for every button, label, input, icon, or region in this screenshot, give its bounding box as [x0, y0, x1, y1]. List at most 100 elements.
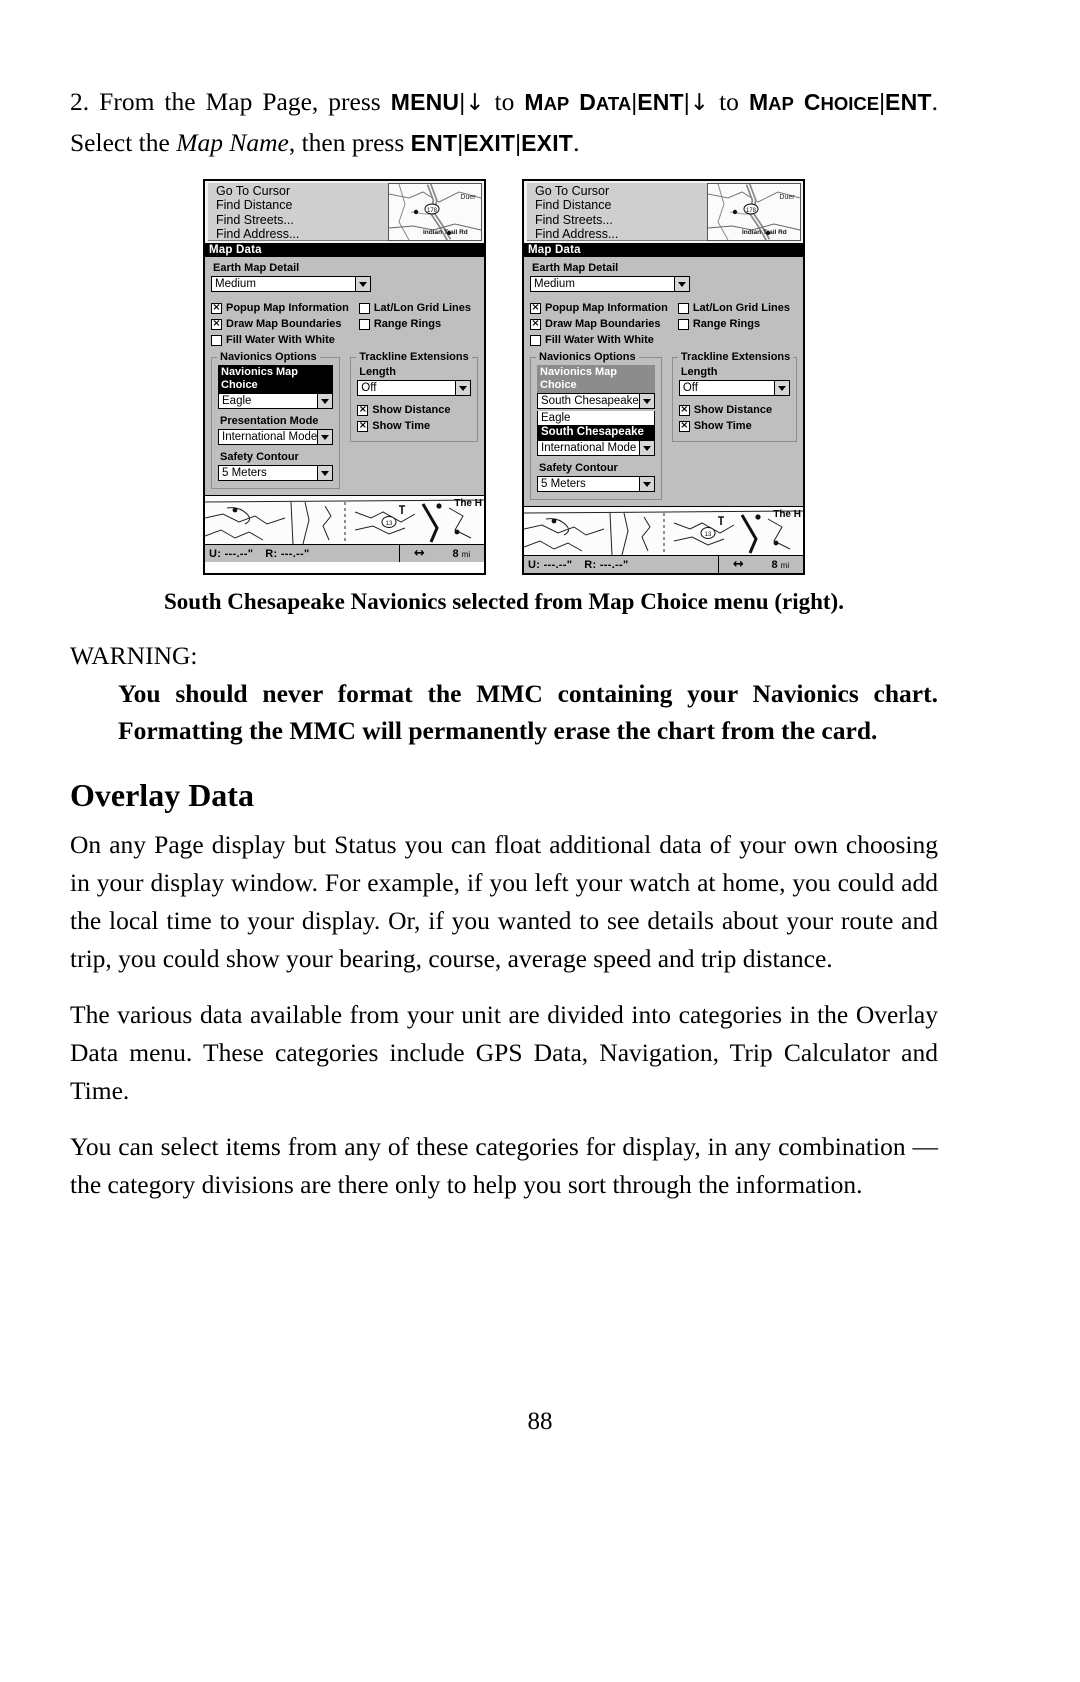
menu-item-find-distance[interactable]: Find Distance — [216, 198, 389, 212]
svg-text:Indian Trail Rd: Indian Trail Rd — [423, 229, 468, 236]
status-coordinates: U: ---.--" R: ---.--" — [524, 559, 718, 571]
checkbox-icon[interactable] — [211, 334, 222, 346]
presentation-mode-select[interactable]: International Mode — [218, 429, 334, 445]
checkbox-icon[interactable] — [357, 420, 369, 432]
mini-map-preview: 178 Duer Indian Trail Rd — [707, 183, 801, 241]
checkbox-range-rings[interactable]: Range Rings — [358, 316, 478, 332]
step-text-part3: , then press — [288, 128, 405, 157]
context-menu-list[interactable]: Go To Cursor Find Distance Find Streets.… — [527, 183, 709, 241]
checkbox-icon[interactable] — [677, 302, 689, 314]
earth-map-detail-select[interactable]: Medium — [211, 276, 371, 292]
option-groups: Navionics Options Navionics Map Choice E… — [211, 348, 478, 489]
horizontal-arrows-icon: ↔ — [732, 557, 744, 572]
checkbox-column-right: Lat/Lon Grid Lines Range Rings — [677, 300, 797, 348]
chevron-down-icon[interactable] — [355, 277, 370, 291]
chevron-down-icon[interactable] — [674, 277, 689, 291]
menu-item-go-to-cursor[interactable]: Go To Cursor — [535, 184, 708, 198]
length-select[interactable]: Off — [357, 380, 471, 396]
trackline-extensions-title: Trackline Extensions — [356, 351, 472, 364]
checkbox-popup-map-information[interactable]: Popup Map Information — [211, 300, 349, 316]
safety-contour-select[interactable]: 5 Meters — [218, 465, 334, 481]
status-coordinates: U: ---.--" R: ---.--" — [205, 548, 399, 560]
label-map-choice: MAP CHOICE — [748, 89, 880, 115]
map-place-label: The H — [773, 509, 801, 520]
chevron-down-icon[interactable] — [774, 381, 789, 395]
section-heading-overlay-data: Overlay Data — [70, 777, 254, 813]
horizontal-arrows-icon: ↔ — [413, 546, 425, 561]
navionics-map-choice-label: Navionics Map Choice — [218, 365, 334, 393]
checkbox-icon[interactable] — [677, 318, 689, 330]
earth-map-detail-select[interactable]: Medium — [530, 276, 690, 292]
checkbox-icon[interactable] — [678, 404, 690, 416]
checkbox-lat-lon-grid-lines[interactable]: Lat/Lon Grid Lines — [677, 300, 797, 316]
checkbox-draw-map-boundaries[interactable]: Draw Map Boundaries — [530, 316, 668, 332]
menu-item-find-distance[interactable]: Find Distance — [535, 198, 708, 212]
dropdown-option-eagle[interactable]: Eagle — [538, 411, 654, 425]
bottom-map-view[interactable]: 13 The H — [205, 495, 484, 544]
chevron-down-icon[interactable] — [638, 394, 654, 408]
chevron-down-icon[interactable] — [317, 466, 333, 480]
checkbox-label: Fill Water With White — [226, 334, 335, 346]
checkbox-lat-lon-grid-lines[interactable]: Lat/Lon Grid Lines — [358, 300, 478, 316]
checkbox-icon[interactable] — [530, 334, 541, 346]
checkbox-icon[interactable] — [530, 302, 541, 314]
checkbox-show-time[interactable]: Show Time — [357, 418, 471, 434]
status-u-value: U: ---.--" — [528, 558, 573, 571]
checkbox-label: Lat/Lon Grid Lines — [692, 302, 790, 314]
menu-item-find-address[interactable]: Find Address... — [216, 227, 389, 241]
presentation-mode-select[interactable]: International Mode — [537, 440, 655, 456]
step-2-instruction: 2. From the Map Page, press MENU|↓ to MA… — [70, 82, 938, 163]
page-number: 88 — [527, 1408, 553, 1435]
body-paragraph-1: On any Page display but Status you can f… — [70, 830, 938, 973]
warning-body: You should never format the MMC containi… — [118, 679, 938, 745]
navionics-options-group: Navionics Options Navionics Map Choice E… — [211, 351, 341, 489]
chevron-down-icon[interactable] — [317, 430, 333, 444]
chevron-down-icon[interactable] — [638, 441, 654, 455]
menu-item-go-to-cursor[interactable]: Go To Cursor — [216, 184, 389, 198]
checkbox-range-rings[interactable]: Range Rings — [677, 316, 797, 332]
checkbox-icon[interactable] — [358, 302, 370, 314]
checkbox-draw-map-boundaries[interactable]: Draw Map Boundaries — [211, 316, 349, 332]
context-menu-list[interactable]: Go To Cursor Find Distance Find Streets.… — [208, 183, 390, 241]
chevron-down-icon[interactable] — [317, 394, 333, 408]
checkbox-show-distance[interactable]: Show Distance — [678, 402, 790, 418]
trackline-extensions-title: Trackline Extensions — [677, 351, 794, 364]
checkbox-icon[interactable] — [211, 302, 222, 314]
navionics-options-group: Navionics Options Navionics Map Choice S… — [530, 351, 662, 500]
svg-text:13: 13 — [386, 521, 393, 527]
length-select[interactable]: Off — [678, 380, 790, 396]
safety-contour-select[interactable]: 5 Meters — [537, 476, 655, 492]
checkbox-fill-water-with-white[interactable]: Fill Water With White — [211, 332, 349, 348]
checkbox-show-time[interactable]: Show Time — [678, 418, 790, 434]
bottom-map-view[interactable]: 13 The H — [524, 506, 803, 555]
svg-text:Duer: Duer — [460, 194, 476, 201]
menu-item-find-address[interactable]: Find Address... — [535, 227, 708, 241]
navionics-map-choice-dropdown[interactable]: Eagle South Chesapeake — [537, 411, 655, 440]
checkbox-icon[interactable] — [357, 404, 369, 416]
checkbox-icon[interactable] — [211, 318, 222, 330]
panel-titlebar: Map Data — [205, 243, 484, 257]
key-exit-2: EXIT — [521, 130, 574, 156]
checkbox-fill-water-with-white[interactable]: Fill Water With White — [530, 332, 668, 348]
italic-map-name: Map Name — [176, 128, 289, 157]
checkbox-icon[interactable] — [530, 318, 541, 330]
checkbox-label: Popup Map Information — [226, 302, 349, 314]
menu-item-find-streets[interactable]: Find Streets... — [216, 213, 389, 227]
checkbox-icon[interactable] — [358, 318, 370, 330]
dropdown-option-south-chesapeake[interactable]: South Chesapeake — [538, 425, 654, 439]
navionics-map-choice-select[interactable]: South Chesapeake — [537, 393, 655, 409]
trackline-extensions-group: Trackline Extensions Length Off Show Dis… — [671, 351, 797, 442]
checkbox-columns: Popup Map Information Draw Map Boundarie… — [211, 300, 478, 348]
trackline-extensions-group: Trackline Extensions Length Off Show Dis… — [350, 351, 478, 442]
checkbox-label: Lat/Lon Grid Lines — [373, 302, 471, 314]
checkbox-icon[interactable] — [678, 420, 690, 432]
checkbox-label: Draw Map Boundaries — [226, 318, 342, 330]
checkbox-show-distance[interactable]: Show Distance — [357, 402, 471, 418]
checkbox-label: Popup Map Information — [545, 302, 668, 314]
menu-item-find-streets[interactable]: Find Streets... — [535, 213, 708, 227]
checkbox-column-left: Popup Map Information Draw Map Boundarie… — [211, 300, 349, 348]
chevron-down-icon[interactable] — [638, 477, 654, 491]
navionics-map-choice-select[interactable]: Eagle — [218, 393, 334, 409]
checkbox-popup-map-information[interactable]: Popup Map Information — [530, 300, 668, 316]
chevron-down-icon[interactable] — [455, 381, 470, 395]
